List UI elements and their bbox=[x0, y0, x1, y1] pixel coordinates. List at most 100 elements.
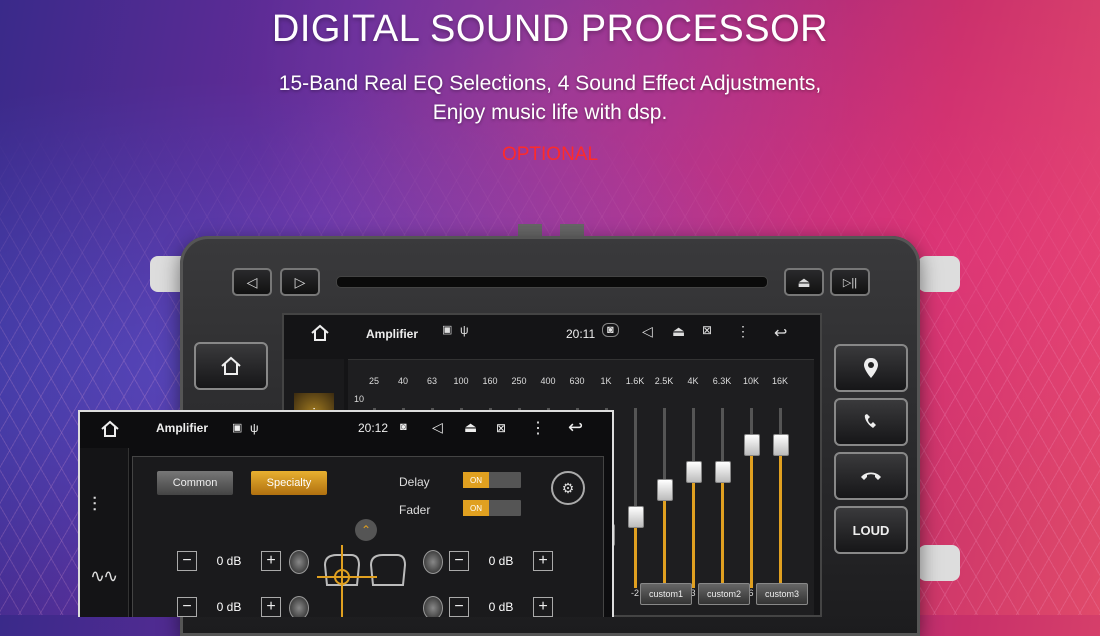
minus-button[interactable]: − bbox=[177, 597, 197, 617]
front-sidebar: ⫶ ∿∿ bbox=[80, 448, 129, 617]
delay-label: Delay bbox=[399, 475, 430, 489]
fader-toggle[interactable]: ON bbox=[463, 500, 521, 516]
speaker-icon bbox=[289, 550, 309, 574]
answer-call-button[interactable] bbox=[834, 398, 908, 446]
eq-band-fill bbox=[663, 489, 666, 588]
disc-slot bbox=[336, 276, 768, 288]
front-main-panel: Common Specialty Delay Fader ON ON ⚙ ⌃ −… bbox=[132, 456, 604, 617]
front-screen: Amplifier ▣ ψ 20:12 ◙ ◁ ⏏ ⊠ ⋮ ↩ ⫶ ∿∿ Com… bbox=[78, 410, 614, 617]
usb-icon: ψ bbox=[460, 323, 469, 337]
plus-button[interactable]: + bbox=[533, 597, 553, 617]
eq-band-knob[interactable] bbox=[773, 434, 789, 456]
eq-band-freq-label: 250 bbox=[511, 376, 527, 386]
eq-band-fill bbox=[692, 471, 695, 588]
close-window-icon[interactable]: ⊠ bbox=[702, 323, 712, 337]
camera-icon[interactable]: ◙ bbox=[602, 323, 619, 337]
mount-tab bbox=[518, 224, 542, 236]
eject-icon[interactable]: ⏏ bbox=[672, 323, 685, 340]
car-seats-diagram bbox=[317, 545, 407, 617]
volume-icon[interactable]: ◁ bbox=[432, 419, 443, 436]
subline-1: 15-Band Real EQ Selections, 4 Sound Effe… bbox=[278, 72, 822, 95]
eq-band-freq-label: 2.5K bbox=[654, 376, 674, 386]
specialty-mode-button[interactable]: Specialty bbox=[251, 471, 327, 495]
chevron-up-icon[interactable]: ⌃ bbox=[355, 519, 377, 541]
eq-band-freq-label: 1.6K bbox=[625, 376, 645, 386]
eq-band-fill bbox=[750, 444, 753, 588]
seat-settings-icon[interactable]: ⚙ bbox=[551, 471, 585, 505]
close-window-icon[interactable]: ⊠ bbox=[496, 421, 506, 435]
eq-band-freq-label: 63 bbox=[426, 376, 437, 386]
common-mode-button[interactable]: Common bbox=[157, 471, 233, 495]
subline-2: Enjoy music life with dsp. bbox=[432, 101, 668, 124]
back-time: 20:11 bbox=[566, 327, 596, 341]
eq-scale-top: 10 bbox=[354, 394, 365, 404]
eq-band-knob[interactable] bbox=[628, 506, 644, 528]
more-icon[interactable]: ⋮ bbox=[530, 418, 546, 438]
eq-band-knob[interactable] bbox=[744, 434, 760, 456]
db-value-rl: 0 dB bbox=[216, 600, 242, 614]
minus-button[interactable]: − bbox=[177, 551, 197, 571]
eject-button[interactable]: ⏏ bbox=[784, 268, 824, 296]
plus-button[interactable]: + bbox=[261, 597, 281, 617]
back-title: Amplifier bbox=[366, 327, 419, 341]
eq-band-knob[interactable] bbox=[686, 461, 702, 483]
optional-label: OPTIONAL bbox=[501, 144, 599, 165]
front-time: 20:12 bbox=[358, 421, 389, 435]
eq-band-freq-label: 100 bbox=[453, 376, 469, 386]
back-arrow-icon[interactable]: ↩ bbox=[568, 417, 583, 438]
mount-ear bbox=[918, 545, 960, 581]
eq-band-freq-label: 6.3K bbox=[712, 376, 732, 386]
db-value-rr: 0 dB bbox=[488, 600, 514, 614]
map-pin-icon bbox=[864, 358, 878, 378]
delay-toggle[interactable]: ON bbox=[463, 472, 521, 488]
phone-answer-icon bbox=[864, 414, 876, 428]
fader-on-label: ON bbox=[463, 500, 489, 516]
eq-band-freq-label: 160 bbox=[482, 376, 498, 386]
fader-label: Fader bbox=[399, 503, 431, 517]
play-pause-button[interactable]: ▷|| bbox=[830, 268, 870, 296]
eq-sliders-icon[interactable]: ⫶ bbox=[92, 494, 97, 517]
mount-tab bbox=[560, 224, 584, 236]
home-button[interactable] bbox=[194, 342, 268, 390]
volume-icon[interactable]: ◁ bbox=[642, 323, 653, 340]
eject-icon[interactable]: ⏏ bbox=[464, 419, 477, 436]
eq-band-knob[interactable] bbox=[657, 479, 673, 501]
front-status-bar: Amplifier ▣ ψ 20:12 ◙ ◁ ⏏ ⊠ ⋮ ↩ bbox=[80, 412, 612, 446]
minus-button[interactable]: − bbox=[449, 597, 469, 617]
home-icon[interactable] bbox=[100, 420, 120, 438]
eq-band-freq-label: 40 bbox=[397, 376, 408, 386]
home-icon[interactable] bbox=[310, 324, 330, 342]
prev-button[interactable]: ◁ bbox=[232, 268, 272, 296]
minus-button[interactable]: − bbox=[449, 551, 469, 571]
phone-hangup-icon bbox=[861, 472, 881, 480]
eq-band-fill bbox=[721, 471, 724, 588]
more-icon[interactable]: ⋮ bbox=[736, 323, 750, 340]
eq-band-freq-label: 25 bbox=[368, 376, 379, 386]
custom3-button[interactable]: custom3 bbox=[756, 583, 808, 605]
plus-button[interactable]: + bbox=[261, 551, 281, 571]
back-arrow-icon[interactable]: ↩ bbox=[774, 323, 787, 343]
loud-button[interactable]: LOUD bbox=[834, 506, 908, 554]
speaker-icon bbox=[423, 550, 443, 574]
custom2-button[interactable]: custom2 bbox=[698, 583, 750, 605]
image-icon: ▣ bbox=[442, 324, 453, 336]
home-icon bbox=[221, 356, 241, 375]
db-value-fl: 0 dB bbox=[216, 554, 242, 568]
eq-band-freq-label: 400 bbox=[540, 376, 556, 386]
plus-button[interactable]: + bbox=[533, 551, 553, 571]
eq-band-fill bbox=[779, 444, 782, 588]
eq-band-knob[interactable] bbox=[715, 461, 731, 483]
custom1-button[interactable]: custom1 bbox=[640, 583, 692, 605]
front-title: Amplifier bbox=[156, 421, 209, 435]
usb-icon: ψ bbox=[250, 421, 259, 435]
delay-on-label: ON bbox=[463, 472, 489, 488]
next-button[interactable]: ▷ bbox=[280, 268, 320, 296]
hangup-call-button[interactable] bbox=[834, 452, 908, 500]
navigation-button[interactable] bbox=[834, 344, 908, 392]
speaker-icon bbox=[289, 596, 309, 617]
eq-band-freq-label: 1K bbox=[600, 376, 612, 386]
mount-ear bbox=[918, 256, 960, 292]
waveform-icon[interactable]: ∿∿ bbox=[90, 566, 118, 587]
hardware-topbar: ◁ ▷ ⏏ ▷|| bbox=[232, 268, 872, 298]
camera-icon[interactable]: ◙ bbox=[400, 421, 407, 433]
